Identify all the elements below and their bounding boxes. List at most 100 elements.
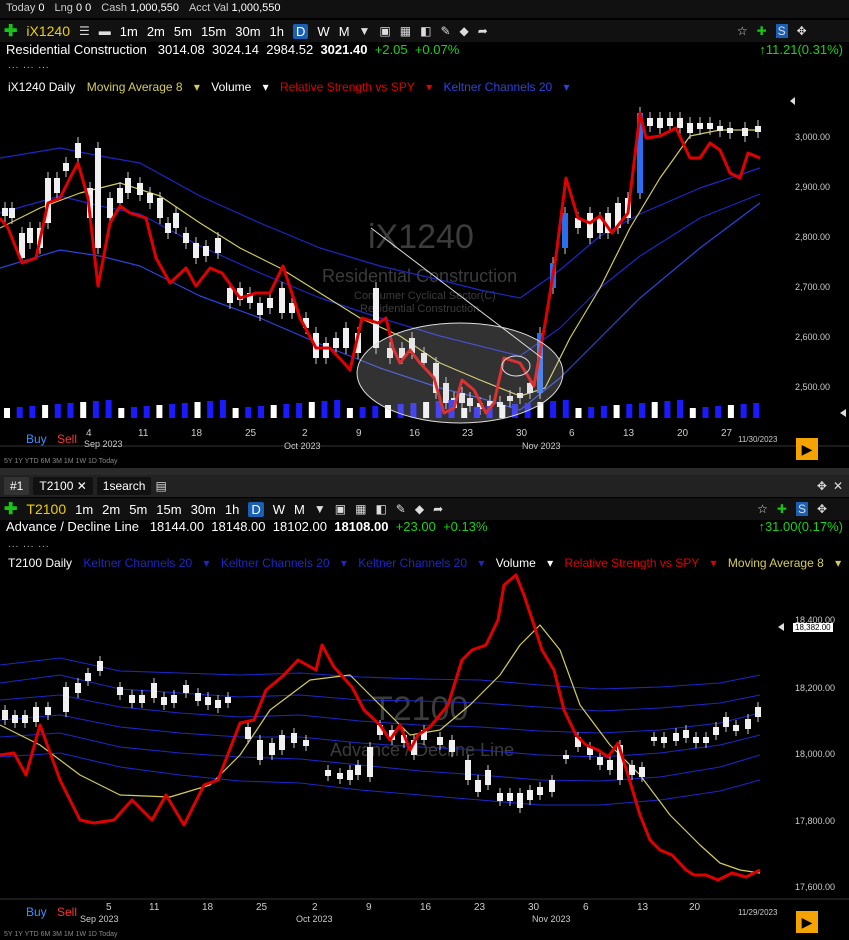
xtick: 9 xyxy=(356,428,362,439)
candle xyxy=(733,725,739,731)
xtick: 20 xyxy=(677,428,689,439)
ma-line xyxy=(0,624,761,874)
xtick: 11 xyxy=(149,902,160,913)
candle xyxy=(165,223,171,233)
volume-bar xyxy=(194,402,201,418)
panel-divider[interactable] xyxy=(0,468,849,475)
candle xyxy=(215,700,221,708)
candle xyxy=(755,707,761,717)
date-label: 11/29/2023 xyxy=(738,908,778,917)
candle xyxy=(333,338,339,348)
xtick: 27 xyxy=(721,428,733,439)
buy-button[interactable]: Buy xyxy=(26,432,47,446)
volume-bar xyxy=(207,401,214,418)
candle xyxy=(183,685,189,693)
xtick: 2 xyxy=(312,902,318,913)
xtick: 2 xyxy=(302,428,308,439)
month-oct: Oct 2023 xyxy=(284,441,321,451)
volume-bar xyxy=(16,407,23,418)
candle xyxy=(147,193,153,203)
volume-bar xyxy=(245,407,252,418)
xtick: 9 xyxy=(366,902,372,913)
candle xyxy=(303,740,309,746)
ytick: 18,000.00 xyxy=(795,749,836,759)
candle xyxy=(723,717,729,727)
candle xyxy=(269,743,275,755)
candle xyxy=(227,288,233,303)
volume-bar xyxy=(143,406,150,418)
chart1-canvas[interactable] xyxy=(0,18,849,468)
buy-button[interactable]: Buy xyxy=(26,905,47,919)
volume-bar xyxy=(359,407,366,418)
ytick: 2,900.00 xyxy=(795,182,831,192)
candle xyxy=(257,303,263,315)
volume-bar xyxy=(321,401,328,418)
volume-bar xyxy=(740,404,747,418)
candle xyxy=(117,188,123,203)
volume-bar xyxy=(613,405,620,418)
sell-button[interactable]: Sell xyxy=(57,432,77,446)
candle xyxy=(697,123,703,129)
candle xyxy=(667,118,673,126)
range-selector[interactable]: 5Y 1Y YTD 6M 3M 1M 1W 1D Today xyxy=(4,458,117,465)
volume-bar xyxy=(4,408,10,418)
candle xyxy=(267,298,273,308)
volume-bar xyxy=(308,402,315,418)
candle xyxy=(745,719,751,729)
account-bar: Today 0 Lng 0 0 Cash 1,000,550 Acct Val … xyxy=(0,0,849,18)
volume-bar xyxy=(80,402,87,418)
candle xyxy=(373,288,379,348)
candle xyxy=(742,128,748,136)
sell-button[interactable]: Sell xyxy=(57,905,77,919)
ytick: 2,600.00 xyxy=(795,332,831,342)
candle xyxy=(2,710,8,720)
xtick: 4 xyxy=(86,428,92,439)
volume-bar xyxy=(92,401,99,418)
candle xyxy=(12,715,18,723)
xtick: 16 xyxy=(420,902,432,913)
candle xyxy=(54,178,60,193)
chart2-canvas[interactable] xyxy=(0,475,849,940)
play-button[interactable]: ▶ xyxy=(796,438,818,460)
candle xyxy=(465,760,471,780)
xtick: 6 xyxy=(583,902,589,913)
volume-bar xyxy=(715,406,722,418)
candle xyxy=(449,740,455,752)
kc-upper xyxy=(0,147,761,299)
candle xyxy=(85,673,91,681)
arrow-marker xyxy=(790,97,795,105)
candle xyxy=(485,770,491,785)
candle xyxy=(75,143,81,158)
candle xyxy=(755,126,761,132)
volume-bar xyxy=(727,405,734,418)
date-label: 11/30/2023 xyxy=(738,435,778,444)
candle xyxy=(639,767,645,777)
range-selector[interactable]: 5Y 1Y YTD 6M 3M 1M 1W 1D Today xyxy=(4,931,117,938)
volume-bar xyxy=(550,401,557,418)
volume-bar xyxy=(283,404,290,418)
volume-bar xyxy=(664,401,671,418)
candle xyxy=(713,727,719,735)
candle xyxy=(125,178,131,193)
candle xyxy=(2,208,8,216)
chart-panel-2: #1 T2100 ✕ 1search ▤ ✥ ✕ ✚ T2100 1m 2m 5… xyxy=(0,475,849,940)
candle xyxy=(367,747,373,777)
kc-band xyxy=(0,657,761,690)
volume-bar xyxy=(258,406,264,418)
month-sep: Sep 2023 xyxy=(80,914,119,924)
volume-bar xyxy=(118,408,125,418)
candle xyxy=(9,208,15,218)
xtick: 18 xyxy=(191,428,203,439)
volume-bar xyxy=(219,400,226,418)
volume-bar xyxy=(156,405,163,418)
candle xyxy=(707,123,713,129)
xtick: 23 xyxy=(462,428,474,439)
price-box: 18,382.00 xyxy=(793,623,833,632)
candle xyxy=(597,757,603,765)
candle xyxy=(347,770,353,780)
volume-bar xyxy=(651,402,658,418)
candle xyxy=(27,228,33,243)
candle xyxy=(117,687,123,695)
play-button[interactable]: ▶ xyxy=(796,911,818,933)
candle xyxy=(497,793,503,801)
